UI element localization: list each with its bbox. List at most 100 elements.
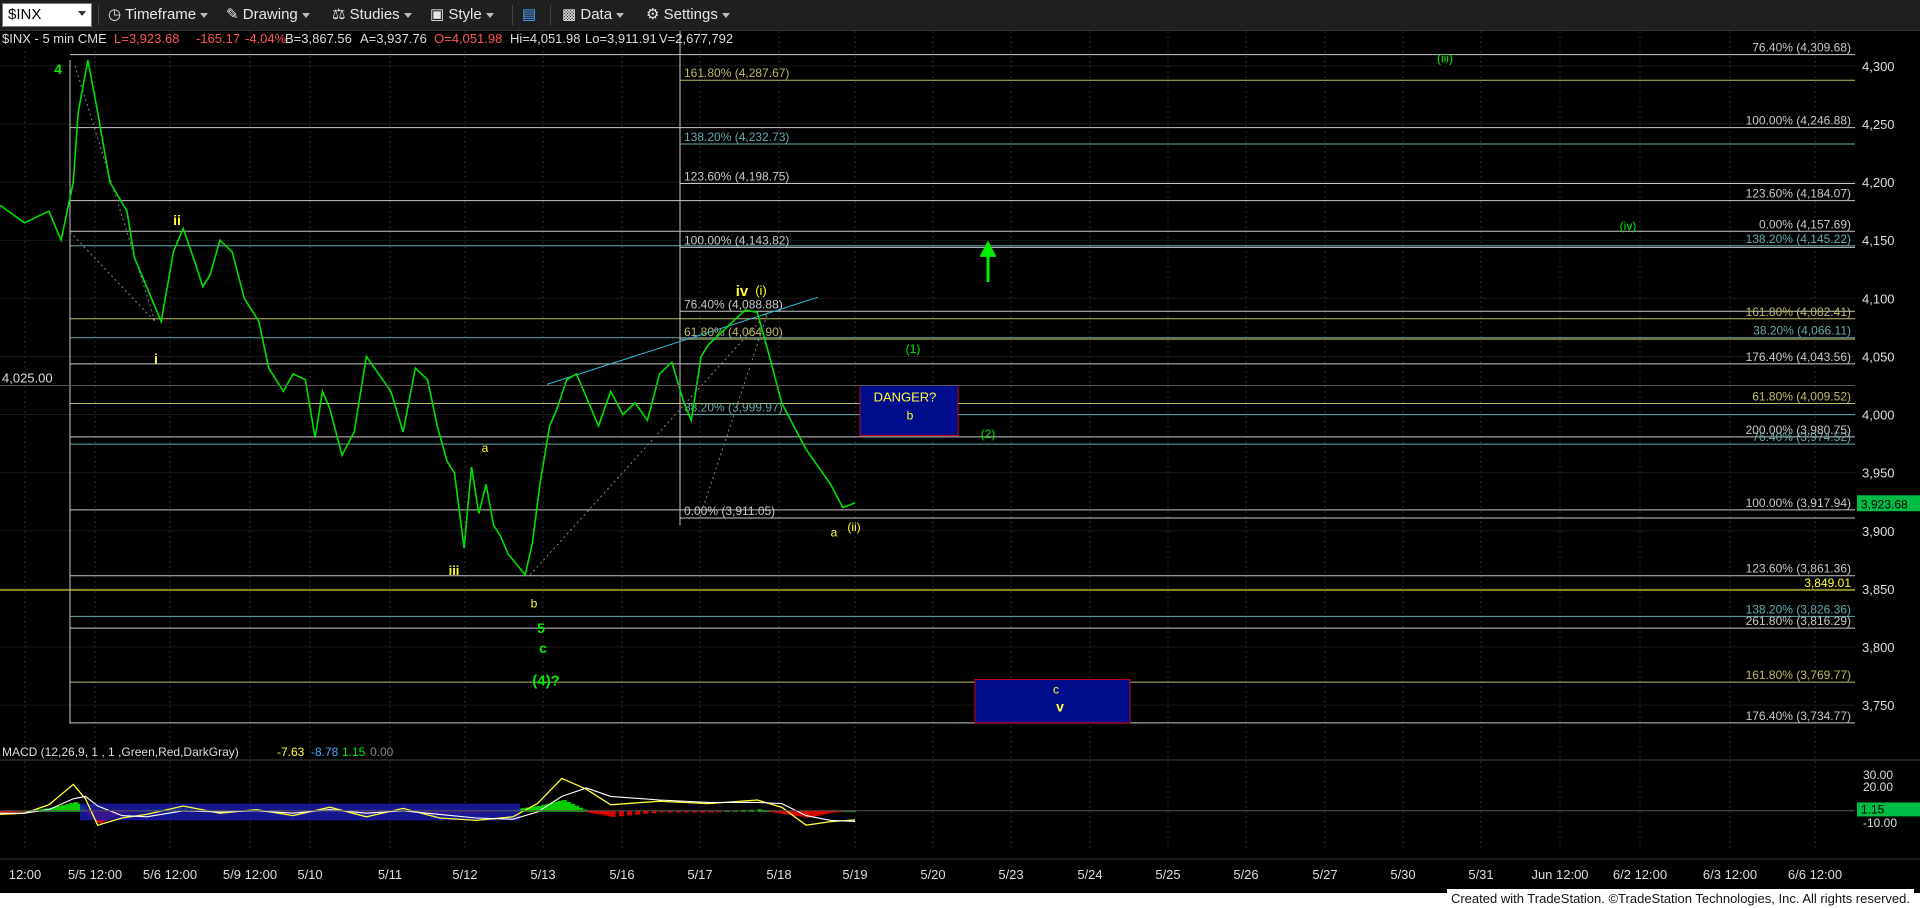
fib-level-label: 161.80% (4,287.67) (684, 66, 789, 80)
fib-level-label: 161.80% (4,082.41) (1746, 305, 1851, 319)
x-axis-tick-label: 5/11 (378, 867, 402, 882)
up-arrow-icon (979, 240, 997, 283)
x-axis-tick-label: 5/12 (452, 867, 477, 882)
macd-value: -7.63 (277, 745, 305, 759)
header-bid: B=3,867.56 (285, 31, 352, 46)
y-axis-tick-label: 4,050 (1862, 349, 1895, 364)
wave-label: (i) (755, 283, 767, 298)
chevron-down-icon (78, 11, 86, 16)
timeframe-label: Timeframe (125, 6, 197, 23)
toolbar-divider (550, 5, 551, 25)
symbol-value: $INX (8, 6, 42, 23)
chevron-down-icon (616, 12, 625, 18)
fib-level-label: 38.20% (3,999.97) (684, 401, 783, 415)
drawing-label: Drawing (242, 6, 298, 23)
x-axis-tick-label: 6/6 12:00 (1788, 867, 1842, 882)
x-axis-tick-label: 5/6 12:00 (143, 867, 197, 882)
x-axis-tick-label: 5/13 (530, 867, 555, 882)
wave-label: 4 (54, 61, 62, 77)
fib-level-label: 261.80% (3,816.29) (1746, 614, 1851, 628)
fib-level-label: 138.20% (4,145.22) (1746, 232, 1851, 246)
toolbar-divider (98, 5, 99, 25)
fib-level-label: 138.20% (4,232.73) (684, 130, 789, 144)
x-axis-tick-label: 6/3 12:00 (1703, 867, 1757, 882)
y-axis-tick-label: 3,900 (1862, 524, 1895, 539)
wave-label: b (531, 596, 538, 610)
chevron-down-icon (485, 12, 494, 18)
fib-level-label: 61.80% (4,009.52) (1752, 389, 1851, 403)
fib-level-label: 76.40% (4,088.88) (684, 297, 783, 311)
fib-level-label: 100.00% (4,143.82) (684, 233, 789, 247)
x-axis-tick-label: 5/26 (1233, 867, 1258, 882)
x-axis-tick-label: 5/31 (1468, 867, 1493, 882)
data-label: Data (580, 6, 613, 23)
flask-icon: ⚖ (332, 6, 346, 23)
danger-box-title: DANGER? (874, 390, 937, 405)
wave-label: (4)? (532, 672, 560, 689)
fib-level-label: 76.40% (3,974.52) (1752, 430, 1851, 444)
x-axis-tick-label: 5/19 (842, 867, 867, 882)
x-axis-tick-label: 12:00 (9, 867, 42, 882)
x-axis-tick-label: 5/17 (687, 867, 712, 882)
timeframe-button[interactable]: ◷ Timeframe (108, 0, 209, 30)
fib-level-label: 123.60% (3,861.36) (1746, 562, 1851, 576)
wave-label: (1) (906, 342, 921, 356)
fib-level-label: 176.40% (3,734.77) (1746, 709, 1851, 723)
x-axis-tick-label: 5/24 (1077, 867, 1102, 882)
gear-icon: ⚙ (646, 6, 660, 23)
drawing-button[interactable]: ✎ Drawing (226, 0, 310, 30)
header-volume: V=2,677,792 (659, 31, 733, 46)
symbol-selector[interactable]: $INX (2, 3, 92, 27)
wave-label: c (539, 640, 547, 656)
macd-axis-tick-label: -10.00 (1863, 816, 1897, 830)
chevron-down-icon (722, 12, 730, 18)
x-axis-tick-label: 5/23 (998, 867, 1023, 882)
wave-label: 5 (537, 620, 545, 636)
price-chart[interactable]: 3,750 3,800 3,850 3,900 3,950 4,000 4,050 4,100… (0, 31, 1920, 893)
trend-line (546, 296, 819, 385)
fib-level-label: 176.40% (4,043.56) (1746, 350, 1851, 364)
x-axis-tick-label: Jun 12:00 (1531, 867, 1588, 882)
x-axis-tick-label: 5/16 (609, 867, 634, 882)
last-price-label: 3,923.68 (1861, 497, 1908, 511)
layout-button[interactable]: ▤ (522, 0, 536, 30)
clock-icon: ◷ (108, 6, 122, 23)
header-last: L=3,923.68 (114, 31, 179, 46)
y-axis-tick-label: 4,250 (1862, 117, 1895, 132)
header-open: O=4,051.98 (434, 31, 502, 46)
left-price-label: 4,025.00 (2, 371, 53, 386)
danger-box-label: b (907, 409, 914, 423)
style-icon: ▣ (430, 6, 445, 23)
header-change: -165.17 (196, 31, 240, 46)
wave-label: a (482, 441, 489, 455)
layout-icon: ▤ (522, 6, 537, 23)
data-button[interactable]: ▩ Data (562, 0, 625, 30)
copyright-footer: Created with TradeStation. ©TradeStation… (1446, 889, 1914, 908)
fib-level-label: 76.40% (4,309.68) (1752, 41, 1851, 55)
macd-histogram-bar (635, 810, 641, 815)
settings-button[interactable]: ⚙ Settings (646, 0, 730, 30)
macd-histogram-bar (610, 810, 616, 817)
pencil-icon: ✎ (226, 6, 239, 23)
style-label: Style (448, 6, 482, 23)
y-axis-tick-label: 3,800 (1862, 640, 1895, 655)
wave-label: iii (449, 563, 460, 578)
studies-button[interactable]: ⚖ Studies (332, 0, 412, 30)
wave-label: (ii) (847, 520, 860, 534)
wave-label: (iii) (1437, 51, 1453, 65)
target-box-label: v (1056, 699, 1064, 715)
macd-zero-value: 0.00 (370, 745, 394, 759)
projection-line (74, 65, 156, 322)
x-axis-tick-label: 5/9 12:00 (223, 867, 277, 882)
fib-level-label: 38.20% (4,066.11) (1753, 324, 1851, 338)
x-axis-tick-label: 5/18 (766, 867, 791, 882)
style-button[interactable]: ▣ Style (430, 0, 494, 30)
header-ask: A=3,937.76 (360, 31, 427, 46)
macd-axis-tick-label: 20.00 (1863, 780, 1893, 794)
wave-label: (iv) (1620, 219, 1637, 233)
fib-level-label: 61.80% (4,064.90) (684, 325, 783, 339)
y-axis-tick-label: 4,300 (1862, 59, 1895, 74)
wave-label: a (831, 526, 838, 540)
x-axis-tick-label: 5/30 (1390, 867, 1415, 882)
x-axis-tick-label: 5/5 12:00 (68, 867, 122, 882)
